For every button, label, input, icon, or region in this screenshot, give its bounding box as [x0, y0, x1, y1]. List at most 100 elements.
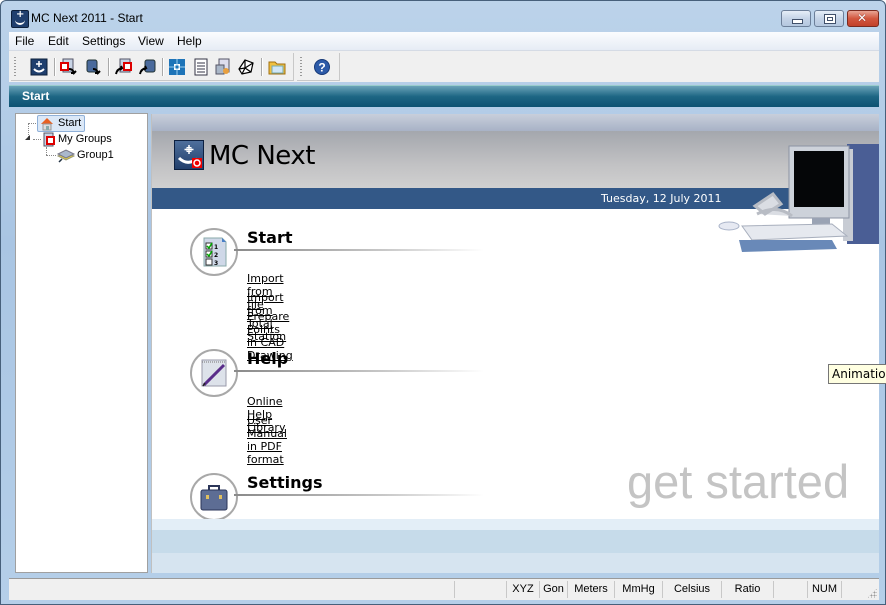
section-divider	[234, 494, 484, 496]
status-scale-mode: Ratio	[721, 581, 773, 598]
status-num-lock: NUM	[807, 581, 841, 598]
minimize-icon	[792, 19, 803, 24]
report-icon	[194, 58, 208, 76]
get-started-watermark: get started	[627, 455, 850, 508]
status-temperature-unit: Celsius	[662, 581, 721, 598]
maximize-icon	[824, 14, 836, 24]
section-icon-circle: 1 2 3	[190, 228, 238, 276]
menu-edit[interactable]: Edit	[48, 34, 69, 48]
section-divider	[234, 249, 484, 251]
document-tab-title: Start	[22, 89, 50, 103]
tree-node-my-groups[interactable]: My Groups	[41, 132, 112, 147]
computer-illustration[interactable]	[717, 144, 879, 254]
tree-node-label: Group1	[77, 149, 114, 161]
start-page-button[interactable]	[29, 57, 49, 77]
tree-connector	[46, 155, 56, 156]
notepad-pen-icon	[201, 359, 227, 387]
close-icon: ✕	[857, 11, 868, 25]
preview-icon	[215, 58, 230, 75]
toolbar-separator	[108, 58, 110, 76]
import-total-station-icon	[86, 59, 101, 75]
toolbar-grip[interactable]	[300, 57, 302, 77]
import-total-station-button[interactable]	[83, 57, 103, 77]
svg-text:3: 3	[214, 260, 218, 267]
document-tab-header: Start	[9, 85, 879, 107]
cad-points-button[interactable]	[167, 57, 187, 77]
svg-text:1: 1	[214, 244, 218, 251]
import-file-button[interactable]	[59, 57, 79, 77]
footer-band	[152, 519, 879, 530]
menu-view[interactable]: View	[138, 34, 164, 48]
layers-icon	[56, 149, 76, 163]
animation-tooltip: Animation	[828, 364, 886, 384]
maximize-button[interactable]	[814, 10, 844, 27]
groups-icon	[43, 132, 55, 147]
window-title: MC Next 2011 - Start	[31, 11, 143, 25]
mc-next-logo-icon	[174, 140, 204, 170]
export-file-icon	[115, 58, 132, 75]
svg-text:?: ?	[318, 61, 325, 75]
toolbar-area: ?	[9, 50, 879, 82]
footer-band	[152, 553, 879, 573]
status-angle-unit: Gon	[539, 581, 567, 598]
app-window: MC Next 2011 - Start ✕ File Edit Setting…	[0, 0, 886, 605]
open-folder-button[interactable]	[267, 57, 287, 77]
export-total-station-icon	[139, 59, 156, 75]
help-icon: ?	[314, 59, 330, 75]
group-tree: Start My Groups Group1	[15, 113, 148, 573]
cad-points-icon	[169, 59, 185, 75]
tree-connector	[46, 147, 47, 155]
tree-node-start[interactable]: Start	[37, 115, 86, 132]
checklist-icon: 1 2 3	[203, 237, 227, 267]
tree-connector	[33, 139, 41, 140]
start-page: MC Next Tuesday, 12 July 2011 1 2 3 Star…	[151, 114, 879, 573]
footer-band	[152, 530, 879, 553]
current-date: Tuesday, 12 July 2011	[601, 192, 722, 205]
toolbar-separator	[261, 58, 263, 76]
report-button[interactable]	[191, 57, 211, 77]
banner-top-strip	[152, 114, 879, 132]
expand-arrow-icon[interactable]	[25, 135, 30, 140]
toolbar-separator	[54, 58, 56, 76]
start-page-icon	[30, 58, 48, 76]
section-icon-circle	[190, 349, 238, 397]
menu-settings[interactable]: Settings	[82, 34, 125, 48]
export-total-station-button[interactable]	[137, 57, 157, 77]
status-pressure-unit: MmHg	[614, 581, 662, 598]
preview-button[interactable]	[213, 57, 233, 77]
menu-help[interactable]: Help	[177, 34, 202, 48]
status-distance-unit: Meters	[567, 581, 614, 598]
tree-node-label: Start	[58, 117, 82, 129]
home-icon	[41, 118, 53, 131]
app-icon[interactable]	[11, 9, 29, 28]
wireframe-button[interactable]	[236, 57, 256, 77]
close-button[interactable]: ✕	[847, 10, 879, 27]
help-button[interactable]: ?	[312, 57, 332, 77]
section-title: Settings	[247, 473, 323, 492]
toolbar-grip[interactable]	[14, 57, 16, 77]
section-title: Help	[247, 349, 289, 368]
tree-node-group1[interactable]: Group1	[56, 148, 114, 163]
section-title: Start	[247, 228, 293, 247]
minimize-button[interactable]	[781, 10, 811, 27]
tree-node-label: My Groups	[58, 133, 112, 145]
user-manual-pdf-link[interactable]: User Manual in PDF format	[247, 414, 287, 466]
status-coordinate-mode: XYZ	[506, 581, 539, 598]
menu-file[interactable]: File	[15, 34, 34, 48]
open-folder-icon	[268, 61, 286, 75]
import-file-icon	[60, 58, 77, 75]
help-toolbar: ?	[297, 53, 340, 81]
svg-text:2: 2	[214, 252, 218, 259]
briefcase-icon	[200, 485, 228, 511]
section-divider	[234, 370, 484, 372]
wireframe-icon	[238, 59, 254, 75]
status-bar: XYZ Gon Meters MmHg Celsius Ratio NUM	[9, 578, 879, 600]
status-cell-empty	[454, 581, 506, 598]
toolbar-separator	[162, 58, 164, 76]
main-toolbar	[11, 53, 294, 81]
export-file-button[interactable]	[113, 57, 133, 77]
title-bar[interactable]: MC Next 2011 - Start ✕	[1, 1, 885, 33]
logo-text: MC Next	[209, 141, 315, 171]
section-icon-circle	[190, 473, 238, 521]
status-cell-empty	[773, 581, 807, 598]
